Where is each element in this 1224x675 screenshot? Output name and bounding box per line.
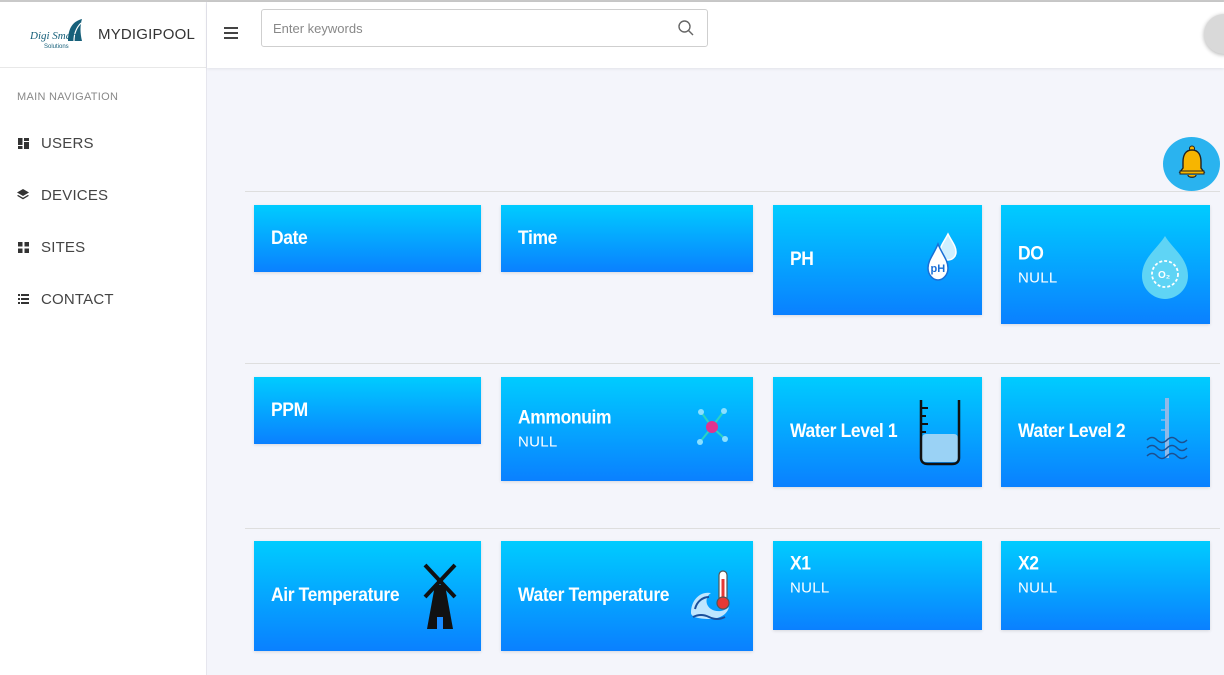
ph-drop-icon: pH [926,232,958,289]
app-title: MYDIGIPOOL [98,26,196,43]
card-text: Water Level 1 [790,421,907,443]
beaker-icon [918,398,962,471]
card-text: PH [790,249,816,271]
menu-toggle-icon[interactable] [224,27,238,39]
grid-icon [17,241,29,253]
level-gauge-icon [1145,396,1189,471]
main-navigation-heading: MAIN NAVIGATION [17,91,119,103]
svg-text:Solutions: Solutions [44,44,69,50]
sidebar-item-label: USERS [41,134,94,152]
sidebar-item-label: SITES [41,238,86,256]
svg-text:O₂: O₂ [1158,270,1170,281]
card-water-temperature[interactable]: Water Temperature [501,541,753,651]
sidebar-item-sites[interactable]: SITES [0,221,206,273]
svg-text:pH: pH [931,263,946,275]
card-value: NULL [790,579,830,597]
card-title: Water Level 2 [1018,421,1126,442]
sidebar-item-contact[interactable]: CONTACT [0,273,206,325]
molecule-icon [695,406,729,453]
svg-text:Digi Smart: Digi Smart [30,30,80,42]
card-title: Water Level 1 [790,421,898,442]
card-title: Date [271,227,308,249]
brand[interactable]: Digi Smart Solutions MYDIGIPOOL [0,2,206,68]
sidebar-item-label: DEVICES [41,186,109,204]
card-title: Ammonuim [518,407,612,429]
card-do[interactable]: DO NULL O₂ [1001,205,1210,324]
card-water-level-1[interactable]: Water Level 1 [773,377,982,487]
card-ammonium[interactable]: Ammonuim NULL [501,377,753,481]
card-text: PPM [271,400,311,422]
card-text: Air Temperature [271,585,410,607]
card-title: Water Temperature [518,585,670,606]
card-title: X1 [790,553,811,575]
row-divider [245,363,1220,364]
card-text: Ammonuim NULL [518,408,619,451]
card-title: Air Temperature [271,585,400,606]
card-title: Time [518,227,558,249]
bell-icon [1177,145,1207,184]
row-divider [245,528,1220,529]
card-value: NULL [518,433,558,451]
search-icon[interactable] [677,19,695,37]
card-ppm[interactable]: PPM [254,377,481,444]
dashboard-icon [17,137,29,149]
card-text: Time [518,228,560,250]
thermometer-wave-icon [689,569,735,626]
sidebar-item-devices[interactable]: DEVICES [0,169,206,221]
top-bar [207,2,1224,68]
card-text: Date [271,228,311,250]
card-air-temperature[interactable]: Air Temperature [254,541,481,651]
company-logo: Digi Smart Solutions [29,17,86,53]
card-value: NULL [1018,269,1058,286]
card-text: Water Temperature [518,585,682,607]
list-icon [17,293,29,305]
oxygen-icon: O₂ [1140,236,1190,305]
card-water-level-2[interactable]: Water Level 2 [1001,377,1210,487]
card-value: NULL [1018,579,1058,597]
sidebar-item-label: CONTACT [41,290,114,308]
card-text: X1 NULL [790,554,830,597]
user-avatar[interactable] [1204,14,1224,54]
windmill-icon [421,563,459,636]
sidebar-item-users[interactable]: USERS [0,117,206,169]
card-text: X2 NULL [1018,554,1058,597]
card-title: PPM [271,399,308,421]
row-divider [245,191,1220,192]
card-title: X2 [1018,553,1039,575]
card-ph[interactable]: PH pH [773,205,982,315]
card-x1[interactable]: X1 NULL [773,541,982,630]
card-text: Water Level 2 [1018,421,1135,443]
card-text: DO NULL [1018,243,1058,286]
notification-bell-button[interactable] [1163,137,1220,191]
card-time[interactable]: Time [501,205,753,272]
layers-icon [17,189,29,201]
sidebar: Digi Smart Solutions MYDIGIPOOL MAIN NAV… [0,2,207,675]
main-navigation: USERS DEVICES SITES CONTACT [0,117,206,325]
search-box [261,9,708,47]
search-input[interactable] [262,10,662,46]
card-title: PH [790,249,814,270]
card-title: DO [1018,243,1044,264]
card-x2[interactable]: X2 NULL [1001,541,1210,630]
card-date[interactable]: Date [254,205,481,272]
